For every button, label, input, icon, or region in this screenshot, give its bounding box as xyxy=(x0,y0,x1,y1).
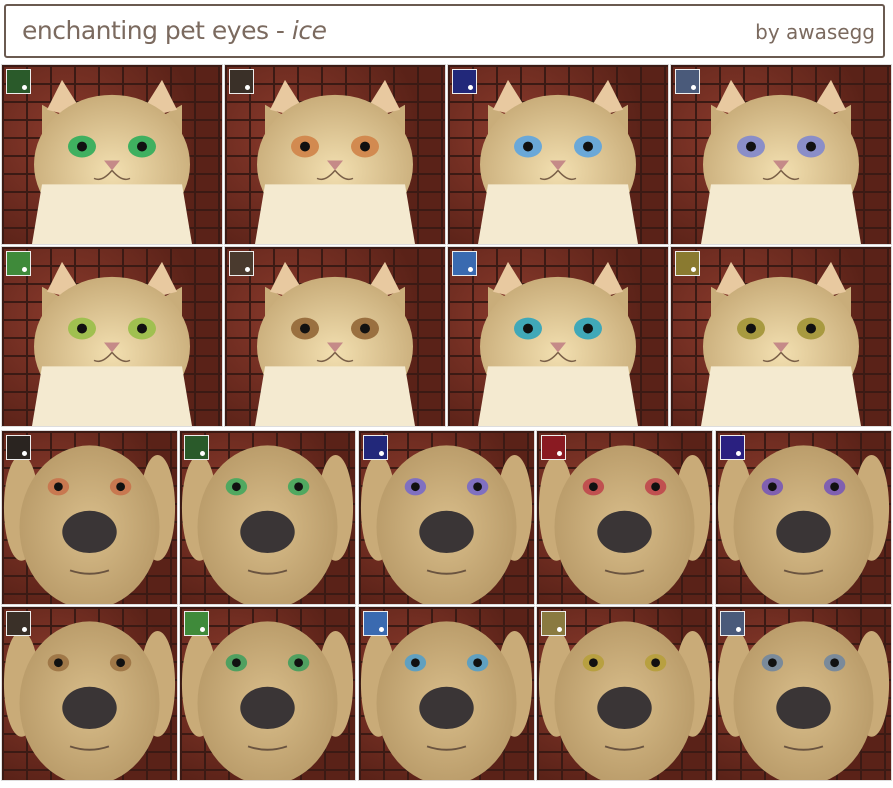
color-swatch xyxy=(363,435,388,460)
color-swatch xyxy=(6,251,31,276)
color-swatch xyxy=(675,251,700,276)
color-swatch xyxy=(452,251,477,276)
cat-preview-tile xyxy=(447,64,669,245)
cat-preview-tile xyxy=(1,246,223,427)
title-subtitle: ice xyxy=(291,16,327,45)
color-swatch xyxy=(363,611,388,636)
cat-preview-tile xyxy=(1,64,223,245)
color-swatch xyxy=(452,69,477,94)
color-swatch xyxy=(720,435,745,460)
dog-preview-tile xyxy=(179,606,356,781)
color-swatch xyxy=(6,69,31,94)
cat-face-image xyxy=(32,79,192,244)
color-swatch xyxy=(675,69,700,94)
color-swatch xyxy=(541,611,566,636)
dog-preview-tile xyxy=(536,606,713,781)
title-text: enchanting pet eyes - xyxy=(22,16,292,45)
color-swatch xyxy=(184,435,209,460)
color-swatch xyxy=(6,435,31,460)
dog-preview-tile xyxy=(179,430,356,605)
color-swatch xyxy=(541,435,566,460)
color-swatch xyxy=(720,611,745,636)
title-banner: enchanting pet eyes - ice by awasegg xyxy=(4,4,885,58)
cat-face-image xyxy=(255,79,415,244)
color-swatch xyxy=(184,611,209,636)
dog-preview-tile xyxy=(1,430,178,605)
cat-preview-tile xyxy=(670,64,892,245)
preview-grid xyxy=(0,64,893,788)
cat-face-image xyxy=(478,79,638,244)
cat-face-image xyxy=(32,261,192,426)
cat-preview-tile xyxy=(224,64,446,245)
cat-face-image xyxy=(701,261,861,426)
dog-preview-tile xyxy=(715,606,892,781)
page-title: enchanting pet eyes - ice xyxy=(22,16,327,45)
author-byline: by awasegg xyxy=(755,20,875,44)
dog-preview-tile xyxy=(1,606,178,781)
cat-preview-tile xyxy=(224,246,446,427)
dog-preview-tile xyxy=(358,606,535,781)
cat-face-image xyxy=(478,261,638,426)
dog-preview-tile xyxy=(715,430,892,605)
color-swatch xyxy=(229,251,254,276)
cat-preview-tile xyxy=(447,246,669,427)
cat-face-image xyxy=(701,79,861,244)
cat-preview-tile xyxy=(670,246,892,427)
color-swatch xyxy=(6,611,31,636)
dog-preview-tile xyxy=(536,430,713,605)
dog-preview-tile xyxy=(358,430,535,605)
color-swatch xyxy=(229,69,254,94)
cat-face-image xyxy=(255,261,415,426)
